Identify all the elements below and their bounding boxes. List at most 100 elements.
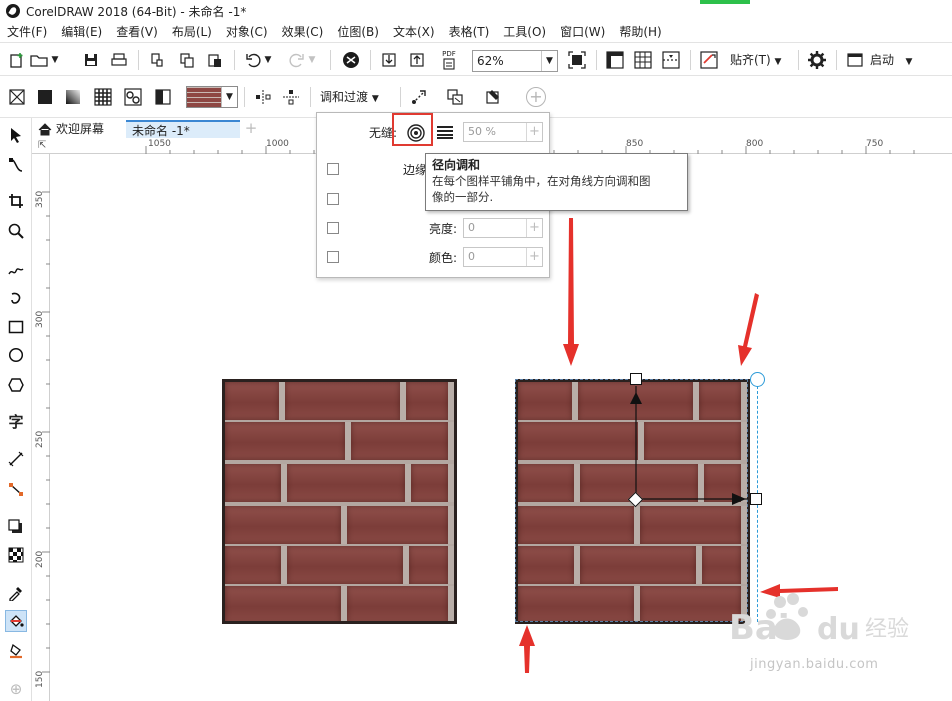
tab-welcome-screen[interactable]: 欢迎屏幕 — [32, 120, 118, 138]
copy-fill-button[interactable] — [444, 86, 466, 108]
vertical-ruler[interactable]: 350 300 250 200 150 — [32, 154, 50, 701]
edge-matching-checkbox[interactable] — [327, 163, 339, 175]
color-checkbox[interactable] — [327, 251, 339, 263]
freehand-tool[interactable] — [5, 258, 27, 280]
mirror-tiles-horizontal-button[interactable] — [252, 86, 274, 108]
fill-width-handle[interactable] — [750, 493, 762, 505]
show-guidelines-button[interactable] — [660, 49, 682, 71]
menu-file[interactable]: 文件(F) — [0, 22, 54, 42]
brick-pattern-rectangle-left[interactable] — [222, 379, 457, 624]
menu-window[interactable]: 窗口(W) — [553, 22, 612, 42]
add-preset-button[interactable]: + — [526, 87, 546, 107]
mirror-tiles-vertical-button[interactable] — [280, 86, 302, 108]
bitmap-pattern-fill-button[interactable] — [122, 86, 144, 108]
mirror-horizontal-icon — [256, 90, 271, 104]
fill-height-handle[interactable] — [630, 373, 642, 385]
menu-table[interactable]: 表格(T) — [442, 22, 497, 42]
brightness-spinner[interactable]: 0 + — [463, 218, 543, 238]
menu-tools[interactable]: 工具(O) — [496, 22, 553, 42]
pick-tool[interactable] — [5, 124, 27, 146]
customize-toolbox-button[interactable]: ⊕ — [5, 678, 27, 700]
show-grid-button[interactable] — [632, 49, 654, 71]
plus-icon[interactable]: + — [526, 123, 542, 141]
application-launcher-button[interactable] — [844, 49, 866, 71]
uniform-fill-button[interactable] — [34, 86, 56, 108]
new-tab-button[interactable]: + — [242, 120, 260, 138]
options-button[interactable] — [806, 49, 828, 71]
smart-fill-tool[interactable] — [5, 640, 27, 662]
polygon-tool[interactable] — [5, 374, 27, 396]
publish-pdf-button[interactable]: PDF — [436, 49, 462, 71]
snap-to-label: 贴齐(T) — [730, 53, 771, 67]
copy-button[interactable] — [176, 49, 198, 71]
menu-view[interactable]: 查看(V) — [109, 22, 165, 42]
snap-to-menu[interactable]: 贴齐(T) ▼ — [730, 50, 781, 70]
open-document-button[interactable] — [28, 49, 50, 71]
new-document-button[interactable] — [6, 49, 28, 71]
menu-layout[interactable]: 布局(L) — [165, 22, 219, 42]
linear-blend-button[interactable] — [437, 125, 453, 139]
plus-icon[interactable]: + — [526, 248, 542, 266]
launcher-menu[interactable]: 启动 ▼ — [870, 50, 912, 70]
print-button[interactable] — [108, 49, 130, 71]
menu-bitmaps[interactable]: 位图(B) — [330, 22, 386, 42]
export-button[interactable] — [406, 49, 428, 71]
seamless-amount-spinner[interactable]: 50 % + — [463, 122, 543, 142]
import-button[interactable] — [378, 49, 400, 71]
no-fill-button[interactable] — [6, 86, 28, 108]
vector-pattern-fill-button[interactable] — [92, 86, 114, 108]
search-content-button[interactable] — [340, 49, 362, 71]
caret-down-icon: ▼ — [774, 57, 782, 67]
redo-button[interactable] — [286, 49, 308, 71]
undo-button[interactable] — [242, 49, 264, 71]
menu-text[interactable]: 文本(X) — [386, 22, 442, 42]
connector-tool[interactable] — [5, 478, 27, 500]
rectangle-tool[interactable] — [5, 316, 27, 338]
two-color-pattern-fill-button[interactable] — [152, 86, 174, 108]
fill-pattern-picker[interactable]: ▼ — [186, 86, 238, 108]
drop-shadow-icon — [8, 519, 22, 533]
cut-button[interactable] — [146, 49, 168, 71]
show-rulers-button[interactable] — [604, 49, 626, 71]
edge-option-checkbox[interactable] — [327, 193, 339, 205]
eyedropper-icon — [9, 587, 22, 601]
fountain-fill-button[interactable] — [62, 86, 84, 108]
plus-icon[interactable]: + — [526, 219, 542, 237]
transform-with-object-button[interactable] — [408, 86, 430, 108]
save-button[interactable] — [80, 49, 102, 71]
transparency-tool[interactable] — [5, 544, 27, 566]
menu-effects[interactable]: 效果(C) — [275, 22, 331, 42]
toolbar-separator — [244, 87, 245, 107]
zoom-tool[interactable] — [5, 220, 27, 242]
full-screen-preview-button[interactable] — [566, 49, 588, 71]
tab-untitled-document[interactable]: 未命名 -1* — [126, 120, 240, 138]
menu-help[interactable]: 帮助(H) — [612, 22, 668, 42]
interactive-fill-tool[interactable] — [5, 610, 27, 632]
snap-off-button[interactable] — [698, 49, 720, 71]
ellipse-tool[interactable] — [5, 344, 27, 366]
smart-drawing-tool[interactable] — [5, 288, 27, 310]
text-tool[interactable]: 字 — [5, 410, 27, 432]
crop-tool[interactable] — [5, 190, 27, 212]
shape-tool[interactable] — [5, 154, 27, 176]
color-spinner[interactable]: 0 + — [463, 247, 543, 267]
blend-transition-label: 调和过渡 — [320, 90, 369, 104]
redo-dropdown-button[interactable]: ▼ — [306, 49, 318, 71]
corel-connect-icon — [343, 52, 359, 68]
zoom-level-select[interactable]: 62% ▼ — [472, 50, 558, 72]
menu-object[interactable]: 对象(C) — [219, 22, 275, 42]
drop-shadow-tool[interactable] — [5, 516, 27, 538]
blend-transition-menu[interactable]: 调和过渡 ▼ — [320, 88, 379, 106]
menu-edit[interactable]: 编辑(E) — [54, 22, 109, 42]
paste-button[interactable] — [204, 49, 226, 71]
fill-rotate-skew-handle[interactable] — [750, 372, 765, 387]
undo-dropdown-button[interactable]: ▼ — [262, 49, 274, 71]
parallel-dimension-tool[interactable] — [5, 448, 27, 470]
color-eyedropper-tool[interactable] — [5, 582, 27, 604]
open-dropdown-button[interactable]: ▼ — [48, 49, 62, 71]
plus-icon: + — [529, 87, 543, 106]
brightness-checkbox[interactable] — [327, 222, 339, 234]
edit-fill-button[interactable] — [482, 86, 504, 108]
pointer-arrow-icon — [11, 128, 21, 143]
checkerboard-icon — [8, 547, 24, 563]
